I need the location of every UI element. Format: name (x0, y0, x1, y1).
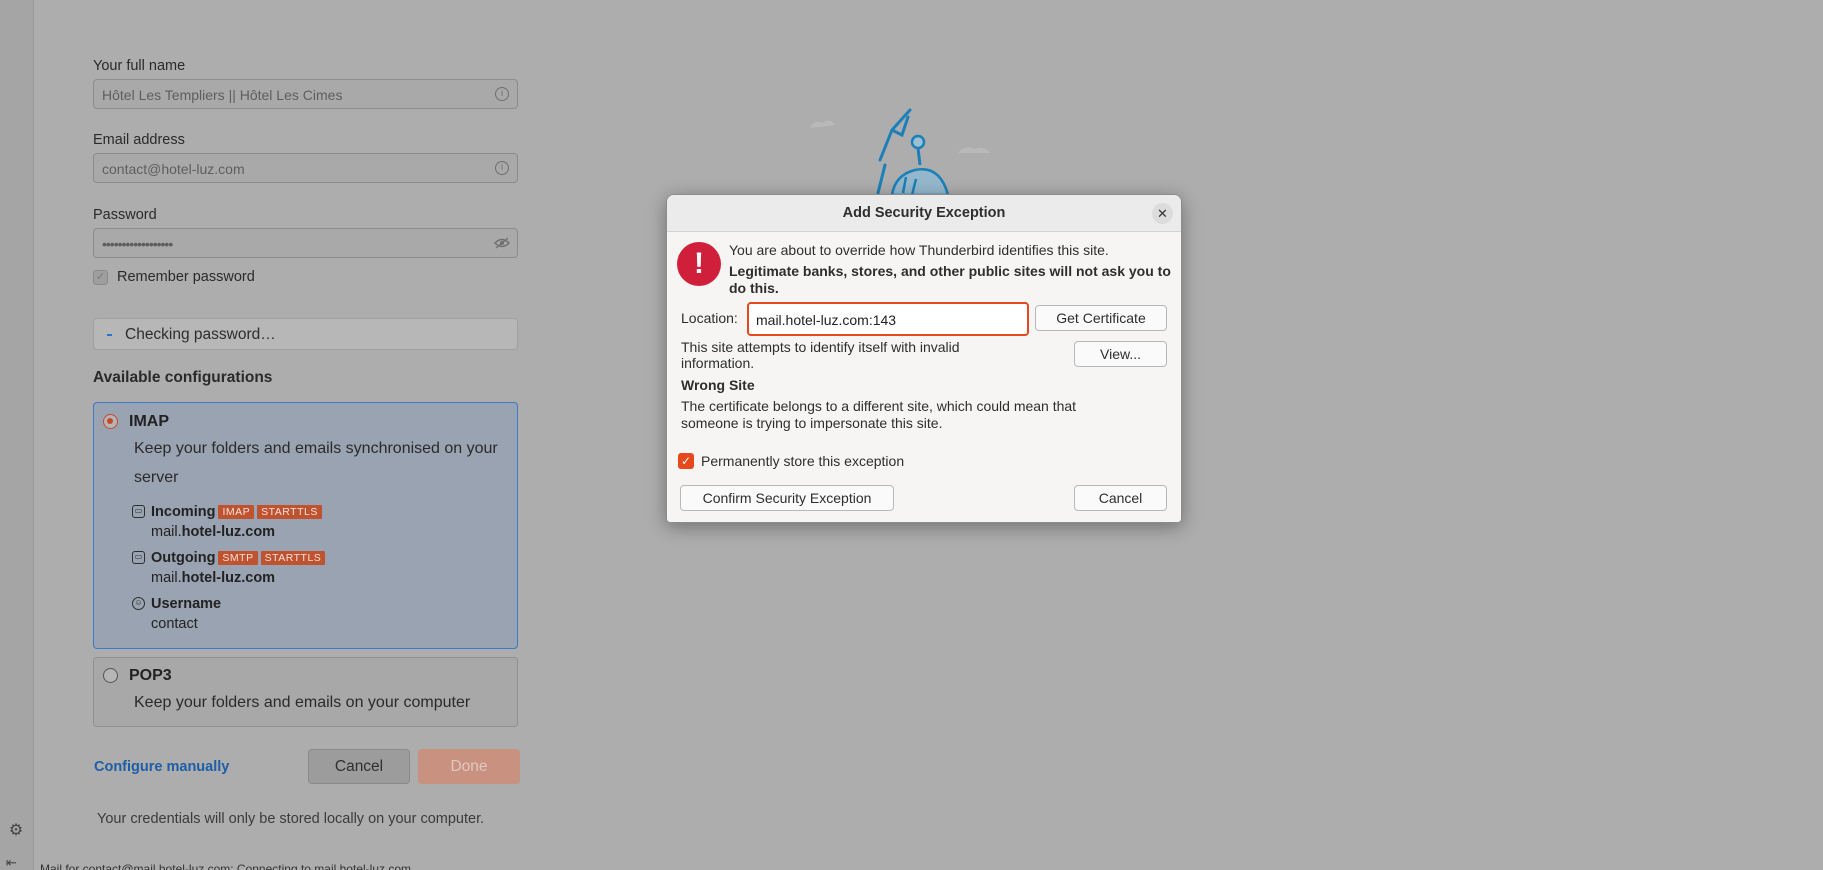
checking-password-notice: Checking password… (93, 318, 518, 350)
outgoing-server-icon: ▭ (132, 551, 145, 564)
info-icon: i (495, 161, 509, 175)
incoming-host: mail.hotel-luz.com (151, 524, 276, 540)
remember-password-label: Remember password (117, 269, 255, 285)
imap-config-card[interactable]: IMAP Keep your folders and emails synchr… (93, 402, 518, 649)
fullname-field[interactable]: Hôtel Les Templiers || Hôtel Les Cimes i (93, 79, 518, 109)
location-label: Location: (681, 310, 738, 326)
permanent-exception-checkbox[interactable]: ✓ (678, 453, 694, 469)
password-field[interactable]: •••••••••••••••••• (93, 228, 518, 258)
remember-password-checkbox[interactable]: ✓ (93, 269, 108, 285)
username-value: contact (151, 616, 198, 632)
username-label: Username (151, 596, 222, 612)
outgoing-security-tag: STARTTLS (260, 551, 326, 565)
incoming-title: Incoming IMAP STARTTLS (151, 504, 322, 520)
permanent-exception-label: Permanently store this exception (701, 453, 905, 469)
dialog-titlebar: Add Security Exception ✕ (667, 195, 1181, 232)
info-icon: i (495, 87, 509, 101)
wrong-site-description: The certificate belongs to a different s… (681, 398, 1077, 431)
location-value: mail.hotel-luz.com:143 (756, 312, 897, 328)
outgoing-host: mail.hotel-luz.com (151, 570, 276, 586)
alert-icon: ! (677, 242, 721, 286)
imap-description: Keep your folders and emails synchronise… (134, 440, 498, 486)
thunderbird-illustration (810, 108, 990, 195)
wrong-site-title: Wrong Site (681, 377, 755, 393)
incoming-security-tag: STARTTLS (257, 505, 322, 519)
dialog-message: You are about to override how Thunderbir… (729, 242, 1109, 258)
confirm-security-exception-button[interactable]: Confirm Security Exception (680, 485, 894, 511)
outgoing-title: Outgoing SMTP STARTTLS (151, 550, 326, 566)
imap-radio[interactable] (103, 414, 118, 429)
add-security-exception-dialog: Add Security Exception ✕ ! You are about… (666, 194, 1182, 523)
get-certificate-button[interactable]: Get Certificate (1035, 305, 1167, 331)
checking-password-text: Checking password… (125, 326, 276, 343)
fullname-label: Your full name (93, 58, 186, 74)
pop3-description: Keep your folders and emails on your com… (134, 694, 471, 711)
close-icon[interactable]: ✕ (1152, 203, 1173, 224)
dialog-cancel-button[interactable]: Cancel (1074, 485, 1167, 511)
view-certificate-button[interactable]: View... (1074, 341, 1167, 367)
email-label: Email address (93, 132, 185, 148)
imap-name: IMAP (129, 413, 169, 430)
outgoing-protocol-tag: SMTP (218, 551, 258, 565)
permanent-exception-row[interactable]: ✓ Permanently store this exception (678, 453, 904, 469)
email-field[interactable]: contact@hotel-luz.com i (93, 153, 518, 183)
pop3-config-card[interactable]: POP3 Keep your folders and emails on you… (93, 657, 518, 727)
location-input[interactable]: mail.hotel-luz.com:143 (747, 302, 1029, 336)
pop3-name: POP3 (129, 667, 172, 684)
available-configurations-title: Available configurations (93, 369, 273, 386)
collapse-sidebar-icon[interactable]: ⇤ (6, 856, 24, 869)
password-value: •••••••••••••••••• (102, 236, 173, 252)
user-icon: ☺ (132, 597, 145, 610)
incoming-server-icon: ▭ (132, 505, 145, 518)
dialog-title: Add Security Exception (842, 205, 1006, 221)
fullname-value: Hôtel Les Templiers || Hôtel Les Cimes (102, 87, 343, 103)
done-button[interactable]: Done (418, 749, 520, 784)
settings-gear-icon[interactable]: ⚙ (7, 822, 25, 840)
incoming-protocol-tag: IMAP (218, 505, 255, 519)
pop3-radio[interactable] (103, 668, 118, 683)
status-bar: Mail for contact@mail.hotel-luz.com: Con… (35, 860, 1823, 870)
show-password-eye-icon[interactable] (494, 237, 510, 249)
password-label: Password (93, 207, 157, 223)
left-sidebar-strip: ⚙ ⇤ (0, 0, 34, 870)
email-value: contact@hotel-luz.com (102, 161, 245, 177)
invalid-info-text: This site attempts to identify itself wi… (681, 339, 960, 371)
remember-password-row[interactable]: ✓ Remember password (93, 269, 255, 285)
configure-manually-link[interactable]: Configure manually (94, 759, 229, 775)
status-text: Mail for contact@mail.hotel-luz.com: Con… (40, 862, 421, 870)
cancel-button[interactable]: Cancel (308, 749, 410, 784)
spinner-icon (107, 334, 112, 336)
dialog-warning: Legitimate banks, stores, and other publ… (729, 263, 1171, 296)
credentials-footnote: Your credentials will only be stored loc… (97, 811, 485, 827)
